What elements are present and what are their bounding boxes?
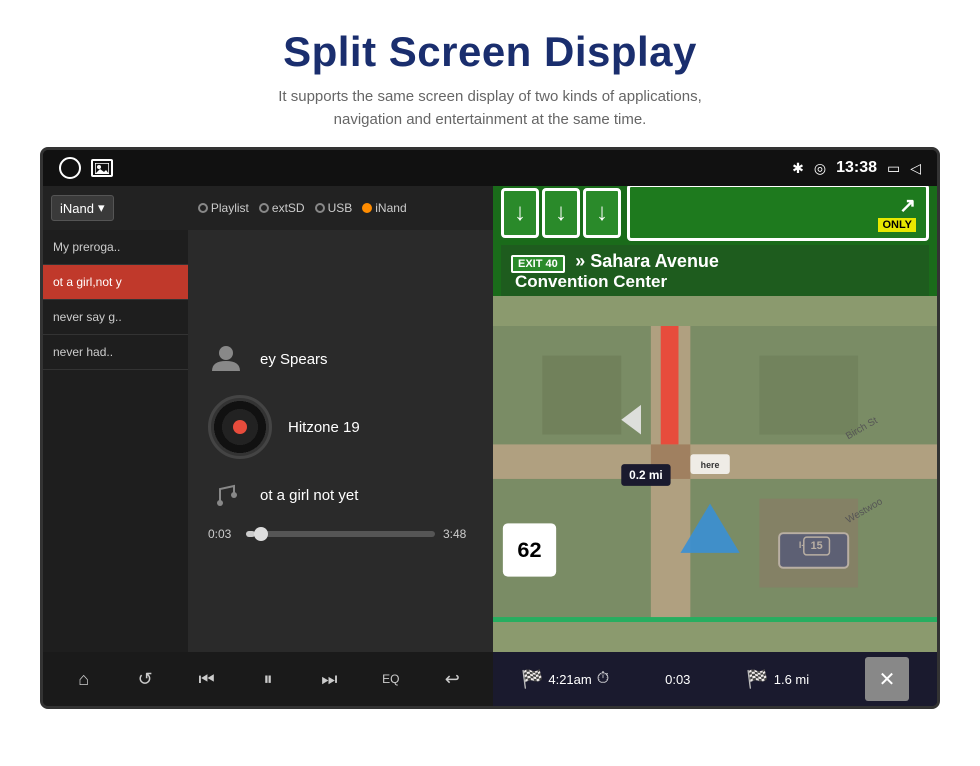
- radio-dot-extsd: [259, 203, 269, 213]
- nav-bottom-bar: 🏁 4:21am ⏱ 0:03 🏁 1.6 mi ✕: [493, 652, 937, 706]
- status-right: ✱ ◎ 13:38 ▭ ◁: [792, 159, 921, 177]
- music-note-icon: [208, 477, 244, 513]
- dropdown-arrow-icon: ▾: [98, 200, 105, 216]
- remaining-distance-item: 🏁 1.6 mi: [746, 669, 809, 690]
- playlist-item-2[interactable]: never say g..: [43, 300, 188, 335]
- status-left: [59, 157, 113, 179]
- eq-button[interactable]: EQ: [371, 659, 411, 699]
- checkered-flag-end: 🏁: [746, 669, 768, 690]
- playlist-item-3[interactable]: never had..: [43, 335, 188, 370]
- source-inand[interactable]: iNand: [362, 201, 406, 215]
- exit-sign: EXIT 40: [511, 255, 565, 273]
- artist-row: ey Spears: [208, 341, 328, 377]
- convention-center: Convention Center: [511, 272, 919, 292]
- playlist-item-1[interactable]: ot a girl,not y: [43, 265, 188, 300]
- highway-signs: ↓ ↓ ↓ ↗ ONLY EX: [493, 186, 937, 296]
- source-extsd[interactable]: extSD: [259, 201, 305, 215]
- svg-text:here: here: [701, 460, 720, 470]
- close-nav-button[interactable]: ✕: [865, 657, 909, 701]
- page-subtitle: It supports the same screen display of t…: [0, 86, 980, 131]
- source-usb[interactable]: USB: [315, 201, 353, 215]
- music-content: My preroga.. ot a girl,not y never say g…: [43, 230, 493, 652]
- arrival-time: 4:21am: [548, 672, 591, 687]
- sahara-sign-arrow: ↗: [899, 193, 916, 218]
- time-total: 3:48: [443, 527, 473, 541]
- clock-icon: ⏱: [597, 670, 609, 688]
- nav-panel: ↓ ↓ ↓ ↗ ONLY EX: [493, 186, 937, 706]
- back-button[interactable]: ↩: [432, 659, 472, 699]
- circle-icon: [59, 157, 81, 179]
- artist-icon: [208, 341, 244, 377]
- checkered-flag-start: 🏁: [521, 669, 543, 690]
- track-row: ot a girl not yet: [208, 477, 358, 513]
- progress-thumb: [254, 527, 268, 541]
- track-name: ot a girl not yet: [260, 487, 358, 504]
- svg-text:0.2 mi: 0.2 mi: [629, 468, 663, 482]
- transport-bar: ⌂ ↺ ⏮ ⏸ ⏭ EQ ↩: [43, 652, 493, 706]
- image-icon: [91, 159, 113, 177]
- bluetooth-icon: ✱: [792, 160, 804, 177]
- source-playlist[interactable]: Playlist: [198, 201, 249, 215]
- radio-dot-usb: [315, 203, 325, 213]
- device-frame: ✱ ◎ 13:38 ▭ ◁ iNand ▾ Playlist: [40, 147, 940, 709]
- source-dropdown[interactable]: iNand ▾: [51, 195, 114, 221]
- page-header: Split Screen Display It supports the sam…: [0, 0, 980, 147]
- only-badge: ONLY: [878, 218, 916, 232]
- vinyl-disc: [208, 395, 272, 459]
- prev-button[interactable]: ⏮: [187, 659, 227, 699]
- progress-section: 0:03 3:48: [198, 527, 483, 541]
- time-elapsed: 0:03: [208, 527, 238, 541]
- source-dropdown-label: iNand: [60, 201, 94, 216]
- next-button[interactable]: ⏭: [309, 659, 349, 699]
- music-panel: iNand ▾ Playlist extSD USB: [43, 186, 493, 706]
- status-bar: ✱ ◎ 13:38 ▭ ◁: [43, 150, 937, 186]
- map-area: here 0.2 mi 62 I-15 15: [493, 296, 937, 652]
- source-bar: iNand ▾ Playlist extSD USB: [43, 186, 493, 230]
- radio-dot-inand: [362, 203, 372, 213]
- album-row: Hitzone 19: [208, 395, 360, 459]
- playlist-sidebar: My preroga.. ot a girl,not y never say g…: [43, 230, 188, 652]
- window-icon: ▭: [887, 160, 900, 177]
- elapsed-time: 0:03: [665, 672, 690, 687]
- split-screen: iNand ▾ Playlist extSD USB: [43, 186, 937, 706]
- track-info: ey Spears Hitzone 19: [198, 341, 483, 513]
- repeat-button[interactable]: ↺: [125, 659, 165, 699]
- close-nav-label: ✕: [879, 667, 896, 692]
- map-svg: here 0.2 mi 62 I-15 15: [493, 296, 937, 652]
- play-pause-button[interactable]: ⏸: [248, 659, 288, 699]
- remaining-distance: 1.6 mi: [774, 672, 809, 687]
- playlist-item-0[interactable]: My preroga..: [43, 230, 188, 265]
- exit-label: » Sahara Avenue: [575, 251, 719, 271]
- svg-text:62: 62: [517, 537, 541, 562]
- back-icon: ◁: [910, 160, 921, 177]
- elapsed-time-item: 0:03: [665, 672, 690, 687]
- location-icon: ◎: [814, 160, 826, 177]
- arrival-time-item: 🏁 4:21am ⏱: [521, 669, 609, 690]
- source-options: Playlist extSD USB iNand: [120, 201, 486, 215]
- album-name: Hitzone 19: [288, 419, 360, 436]
- home-button[interactable]: ⌂: [64, 659, 104, 699]
- radio-dot-playlist: [198, 203, 208, 213]
- artist-name: ey Spears: [260, 351, 328, 368]
- status-time: 13:38: [836, 159, 877, 177]
- vinyl-center: [233, 420, 247, 434]
- progress-bar[interactable]: [246, 531, 435, 537]
- player-area: ey Spears Hitzone 19: [188, 230, 493, 652]
- page-title: Split Screen Display: [0, 28, 980, 76]
